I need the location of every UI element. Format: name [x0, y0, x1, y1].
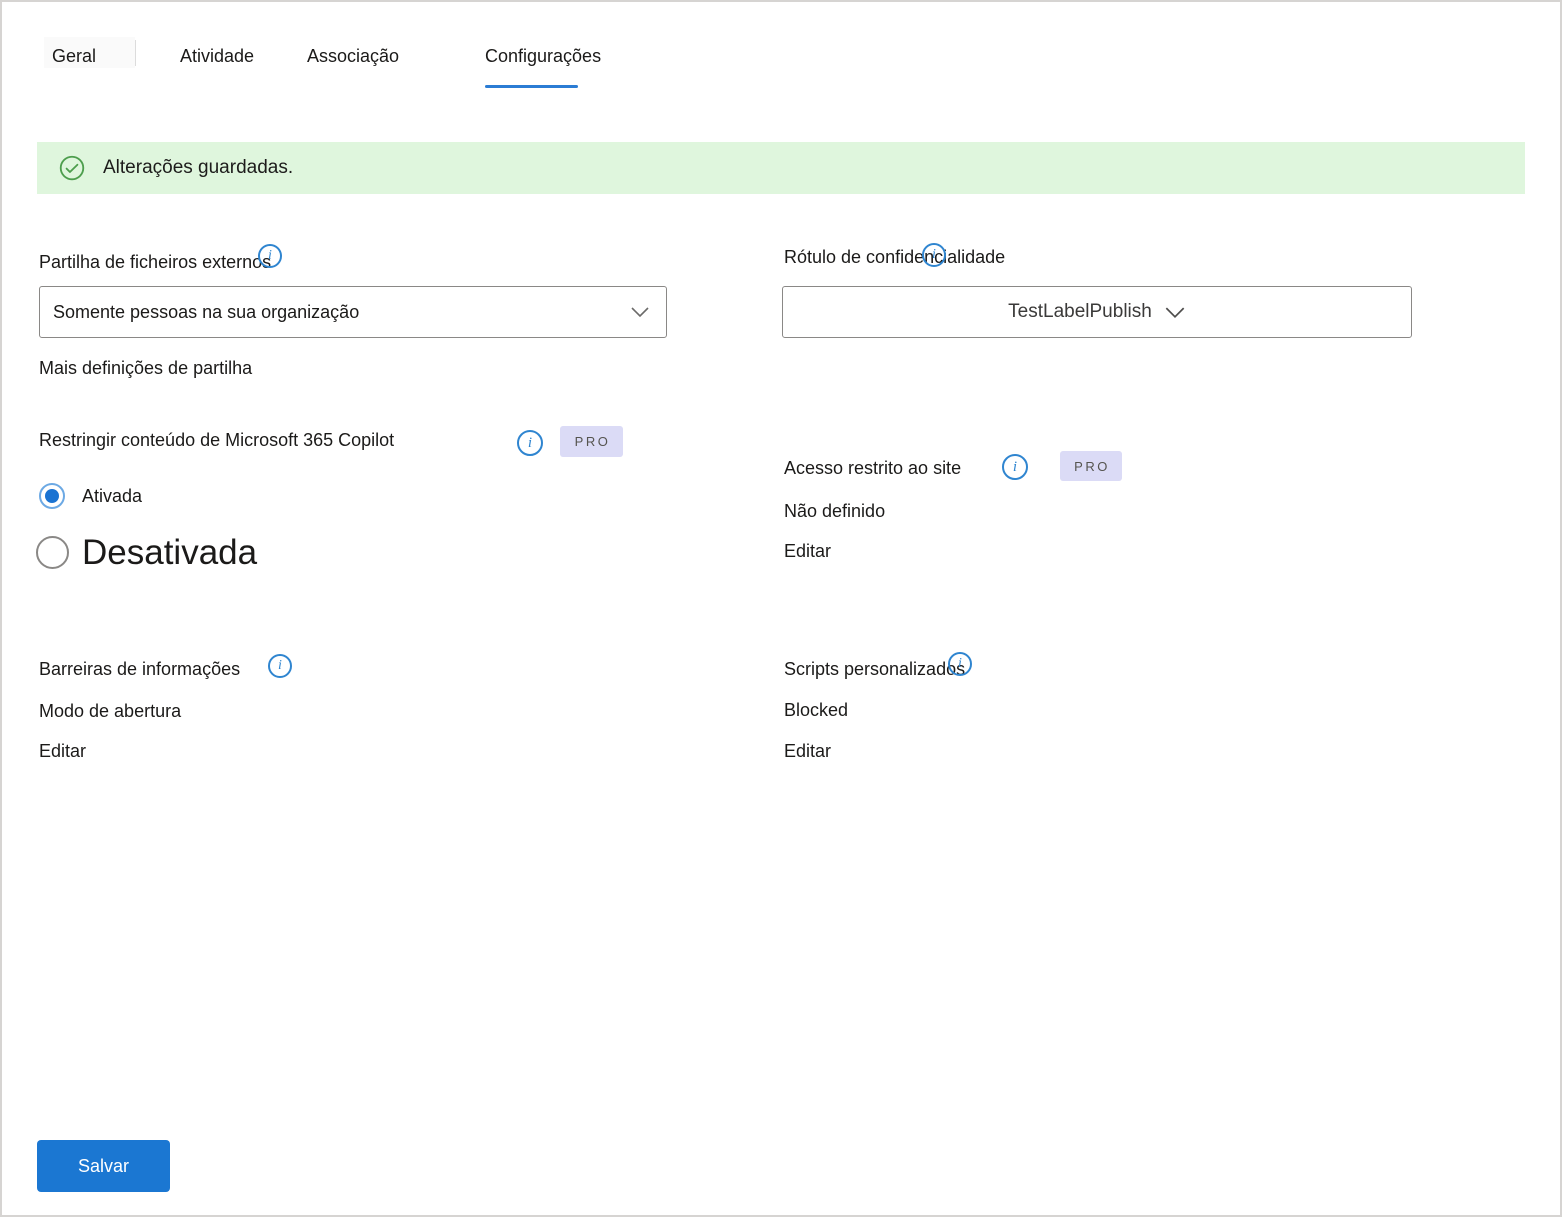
copilot-restrict-info-icon[interactable]: i — [517, 430, 543, 456]
custom-scripts-label: Scripts personalizados — [784, 659, 966, 679]
chevron-down-icon — [1164, 306, 1186, 319]
radio-ativada-label[interactable]: Ativada — [82, 486, 142, 507]
external-sharing-selected-value: Somente pessoas na sua organização — [53, 301, 360, 322]
external-sharing-dropdown[interactable]: Somente pessoas na sua organização — [39, 286, 667, 338]
radio-desativada-label[interactable]: Desativada — [82, 533, 257, 573]
external-sharing-info-icon[interactable]: i — [258, 244, 282, 268]
info-barriers-info-icon[interactable]: i — [268, 654, 292, 678]
copilot-restrict-label: Restringir conteúdo de Microsoft 365 Cop… — [39, 430, 395, 450]
radio-desativada[interactable] — [36, 536, 69, 569]
restricted-access-info-icon[interactable]: i — [1002, 454, 1028, 480]
check-circle-icon — [59, 155, 85, 181]
external-sharing-label: Partilha de ficheiros externos — [39, 252, 272, 272]
info-barriers-edit-link[interactable]: Editar — [39, 741, 86, 762]
sensitivity-label-label: Rótulo de confidencialidade — [784, 247, 1006, 267]
copilot-pro-badge: PRO — [560, 426, 623, 457]
tab-configuracoes[interactable]: Configurações — [485, 46, 601, 67]
chevron-down-icon — [630, 306, 650, 318]
tab-separator — [135, 40, 136, 66]
info-barriers-mode: Modo de abertura — [39, 701, 182, 721]
site-settings-panel: Geral Atividade Associação Configurações… — [0, 0, 1562, 1217]
custom-scripts-edit-link[interactable]: Editar — [784, 741, 831, 762]
info-barriers-label: Barreiras de informações — [39, 659, 241, 679]
sensitivity-label-dropdown[interactable]: TestLabelPublish — [782, 286, 1412, 338]
active-tab-underline — [485, 85, 578, 88]
radio-ativada-dot — [45, 489, 59, 503]
save-button[interactable]: Salvar — [37, 1140, 170, 1192]
tab-geral[interactable]: Geral — [52, 46, 96, 67]
tab-associacao[interactable]: Associação — [307, 46, 399, 67]
restricted-access-label: Acesso restrito ao site — [784, 458, 962, 478]
custom-scripts-info-icon[interactable]: i — [948, 652, 972, 676]
success-banner: Alterações guardadas. — [37, 142, 1525, 194]
radio-ativada[interactable] — [39, 483, 65, 509]
custom-scripts-status: Blocked — [784, 700, 849, 720]
restricted-access-status: Não definido — [784, 501, 886, 521]
sensitivity-label-selected-value: TestLabelPublish — [1008, 301, 1152, 322]
more-sharing-settings-link[interactable]: Mais definições de partilha — [39, 358, 252, 379]
banner-message: Alterações guardadas. — [103, 157, 294, 178]
tab-atividade[interactable]: Atividade — [180, 46, 254, 67]
restricted-access-edit-link[interactable]: Editar — [784, 541, 831, 562]
sensitivity-label-info-icon[interactable]: i — [922, 243, 946, 267]
restricted-access-pro-badge: PRO — [1060, 451, 1122, 481]
